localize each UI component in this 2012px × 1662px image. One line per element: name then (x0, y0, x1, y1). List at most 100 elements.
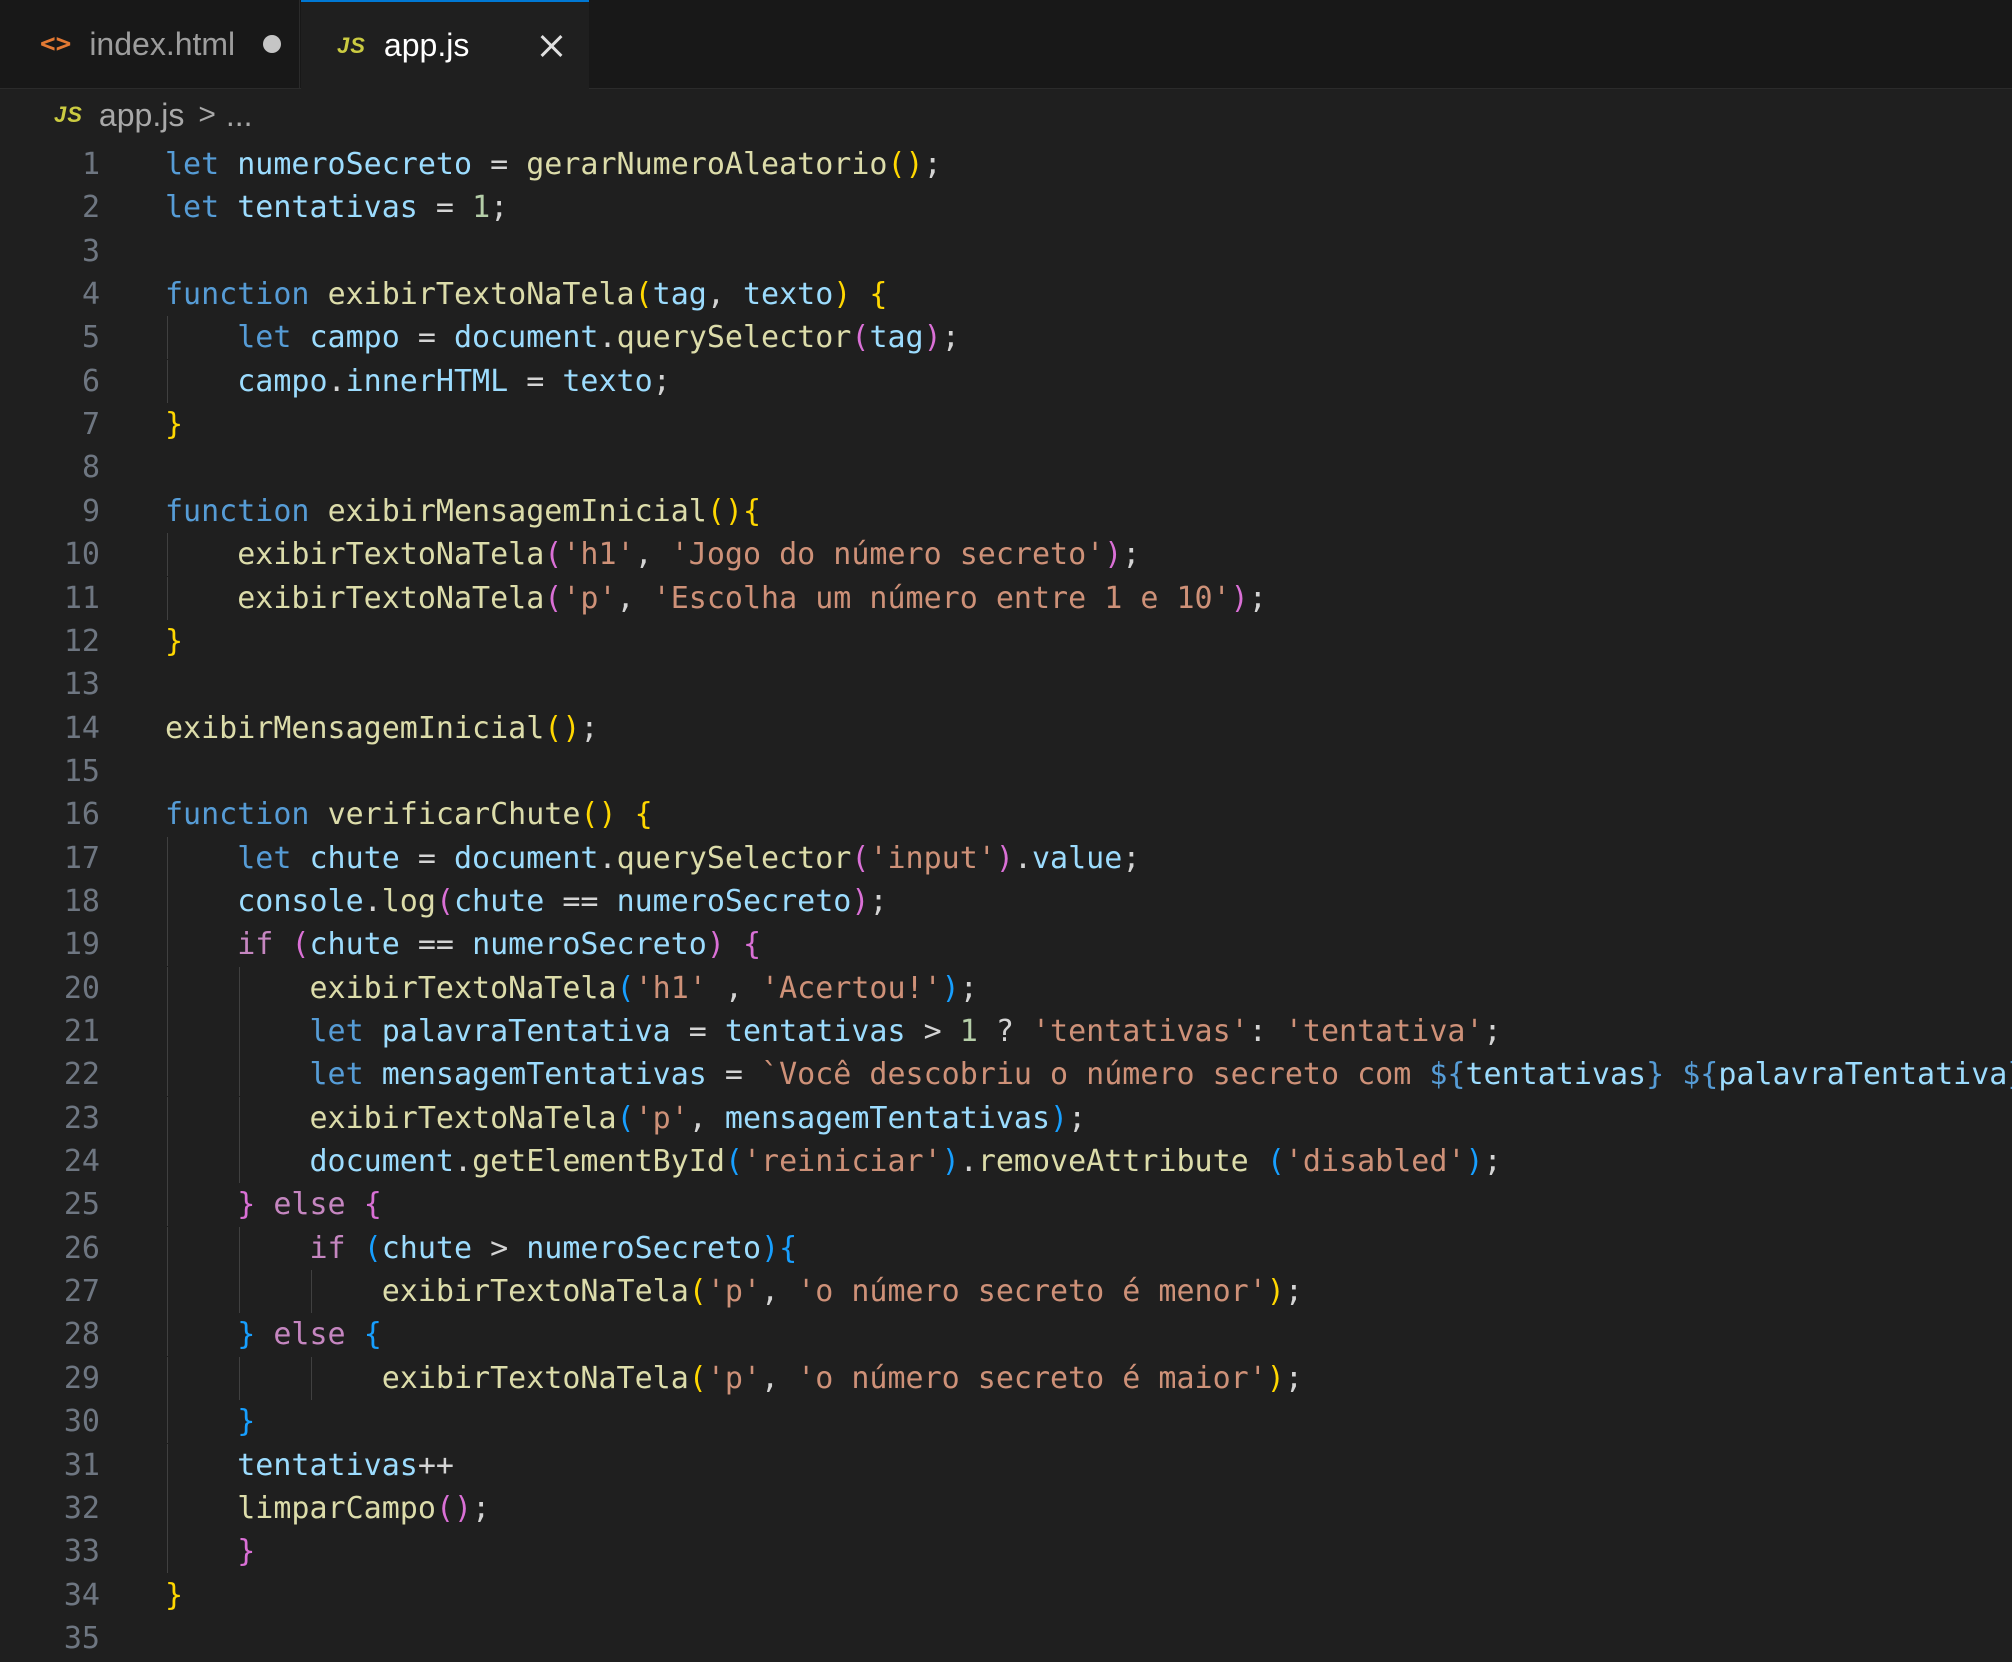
code-token: { (363, 1317, 382, 1353)
code-token: else (273, 1317, 346, 1353)
code-line[interactable]: 4 function exibirTextoNaTela(tag, texto) … (0, 273, 2012, 316)
code-token: 'tentativas' (1031, 1014, 1249, 1049)
code-line[interactable]: 26 if (chute > numeroSecreto){ (0, 1226, 2012, 1270)
code-line[interactable]: 6 campo.innerHTML = texto; (0, 359, 2012, 403)
code-line[interactable]: 23 exibirTextoNaTela('p', mensagemTentat… (0, 1096, 2012, 1140)
code-text: console.log(chute == numeroSecreto); (165, 880, 887, 923)
code-line[interactable]: 35 (0, 1617, 2012, 1660)
code-line[interactable]: 13 (0, 663, 2012, 706)
code-token: texto (742, 277, 834, 313)
code-token: document (309, 1144, 455, 1180)
code-token: ) (1050, 1100, 1069, 1136)
code-line[interactable]: 11 exibirTextoNaTela('p', 'Escolha um nú… (0, 576, 2012, 620)
code-line[interactable]: 19 if (chute == numeroSecreto) { (0, 923, 2012, 967)
code-token: tag (869, 320, 924, 356)
code-token: else (273, 1187, 346, 1223)
code-token: ( (544, 580, 563, 616)
line-number: 1 (81, 147, 100, 182)
code-token: function (165, 797, 310, 833)
code-token: tentativas (1465, 1057, 1647, 1093)
code-line[interactable]: 21 let palavraTentativa = tentativas > 1… (0, 1010, 2012, 1053)
code-token: let (237, 840, 292, 876)
code-line[interactable]: 12} (0, 620, 2012, 663)
code-line[interactable]: 30 } (0, 1400, 2012, 1444)
code-line[interactable]: 22 let mensagemTentativas = `Você descob… (0, 1053, 2012, 1097)
code-token: . (598, 840, 617, 876)
code-line[interactable]: 2 let tentativas = 1; (0, 186, 2012, 229)
code-token: chute (309, 927, 400, 963)
code-line[interactable]: 28 } else { (0, 1313, 2012, 1357)
code-token: ( (363, 1230, 382, 1266)
code-token: { (743, 927, 762, 963)
code-line[interactable]: 34} (0, 1574, 2012, 1617)
line-number: 10 (63, 537, 100, 573)
code-token: document (454, 840, 599, 876)
code-token: } (165, 407, 184, 443)
breadcrumb: JS app.js > ... (54, 92, 253, 138)
code-token: function (165, 277, 310, 313)
code-line[interactable]: 27 exibirTextoNaTela('p', 'o número secr… (0, 1270, 2012, 1314)
code-token: let (237, 320, 292, 356)
code-line[interactable]: 5 let campo = document.querySelector(tag… (0, 316, 2012, 360)
code-line[interactable]: 29 exibirTextoNaTela('p', 'o número secr… (0, 1356, 2012, 1400)
line-number: 30 (63, 1404, 100, 1440)
code-token: let (165, 147, 220, 182)
line-number: 21 (63, 1014, 100, 1049)
code-token: ; (1284, 1274, 1303, 1310)
code-token: ( (435, 1490, 454, 1526)
line-number: 8 (81, 450, 100, 486)
code-token: 'h1' (634, 970, 707, 1006)
code-token: campo (237, 363, 328, 399)
code-line[interactable]: 33 } (0, 1530, 2012, 1574)
code-token: : (1248, 1014, 1285, 1049)
code-text: if (chute == numeroSecreto) { (165, 923, 761, 966)
code-line[interactable]: 25 } else { (0, 1183, 2012, 1227)
line-number: 16 (63, 797, 100, 833)
code-token: , (761, 1274, 798, 1310)
line-number: 9 (81, 493, 100, 529)
code-line[interactable]: 7} (0, 403, 2012, 446)
code-token: tentativas (237, 1447, 418, 1483)
code-token: exibirTextoNaTela (381, 1360, 689, 1396)
code-token: 'tentativa' (1284, 1014, 1484, 1049)
code-line[interactable]: 32 limparCampo(); (0, 1486, 2012, 1530)
tab-app-js[interactable]: JS app.js (301, 0, 589, 89)
code-line[interactable]: 16 function verificarChute() { (0, 793, 2012, 836)
code-token: numeroSecreto (616, 883, 852, 919)
close-icon[interactable] (535, 30, 567, 62)
unsaved-dot-icon[interactable] (263, 35, 282, 53)
code-line[interactable]: 14 exibirMensagemInicial(); (0, 707, 2012, 750)
code-line[interactable]: 18 console.log(chute == numeroSecreto); (0, 879, 2012, 923)
code-token: exibirTextoNaTela (309, 970, 617, 1006)
code-line[interactable]: 20 exibirTextoNaTela('h1' , 'Acertou!'); (0, 966, 2012, 1010)
code-line[interactable]: 10 exibirTextoNaTela('h1', 'Jogo do núme… (0, 533, 2012, 577)
code-line[interactable]: 24 document.getElementById('reiniciar').… (0, 1140, 2012, 1184)
code-token: } (237, 1317, 256, 1353)
code-token: , (706, 277, 743, 313)
code-line[interactable]: 31 tentativas++ (0, 1443, 2012, 1487)
code-token: ( (688, 1274, 707, 1310)
breadcrumb-file[interactable]: app.js (99, 97, 184, 134)
code-line[interactable]: 3 (0, 230, 2012, 273)
code-token: , (688, 1100, 725, 1136)
code-line[interactable]: 15 (0, 750, 2012, 793)
code-token: exibirTextoNaTela (237, 537, 545, 573)
code-line[interactable]: 8 (0, 446, 2012, 489)
breadcrumb-more[interactable]: ... (226, 97, 253, 134)
code-line[interactable]: 9 function exibirMensagemInicial(){ (0, 490, 2012, 533)
code-line[interactable]: 1 let numeroSecreto = gerarNumeroAleatori… (0, 143, 2012, 186)
code-token: ; (1248, 580, 1267, 616)
code-editor[interactable]: 1 let numeroSecreto = gerarNumeroAleatori… (0, 143, 2012, 1662)
code-line[interactable]: 17 let chute = document.querySelector('i… (0, 836, 2012, 880)
tab-index-html[interactable]: <> index.html (0, 0, 300, 88)
